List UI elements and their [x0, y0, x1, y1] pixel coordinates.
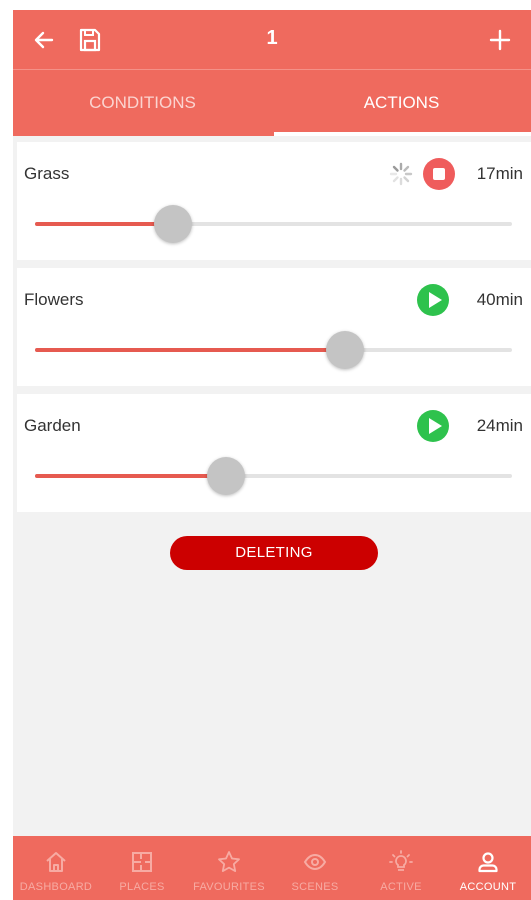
add-button[interactable] [485, 25, 515, 55]
play-button[interactable] [417, 410, 449, 442]
user-icon [478, 852, 498, 873]
plus-icon [489, 29, 511, 51]
lightbulb-icon [389, 850, 413, 871]
duration-slider[interactable] [35, 457, 512, 495]
duration-slider[interactable] [35, 331, 512, 369]
nav-places[interactable]: PLACES [99, 836, 185, 900]
nav-label: PLACES [119, 881, 165, 893]
nav-dashboard[interactable]: DASHBOARD [13, 836, 99, 900]
nav-label: FAVOURITES [193, 881, 265, 893]
bottom-nav: DASHBOARD PLACES FAVOURITES SCENES ACTIV… [13, 836, 531, 900]
deleting-button[interactable]: DELETING [170, 536, 378, 570]
slider-thumb[interactable] [154, 205, 193, 243]
zone-card-grass: Grass 17min [17, 142, 531, 260]
star-icon [218, 851, 240, 872]
stop-button[interactable] [423, 158, 455, 190]
eye-icon [303, 853, 327, 871]
slider-fill [35, 222, 174, 226]
zone-card-garden: Garden 24min [17, 394, 531, 512]
zone-name: Grass [24, 164, 70, 183]
nav-account[interactable]: ACCOUNT [445, 836, 531, 900]
nav-scenes[interactable]: SCENES [272, 836, 358, 900]
nav-favourites[interactable]: FAVOURITES [186, 836, 272, 900]
zone-name: Garden [24, 416, 81, 435]
zone-duration: 17min [476, 164, 523, 183]
duration-slider[interactable] [35, 205, 512, 243]
tab-bar: CONDITIONS ACTIONS [13, 70, 531, 136]
zone-duration: 24min [476, 416, 523, 435]
tab-actions[interactable]: ACTIONS [272, 70, 531, 136]
nav-label: SCENES [291, 881, 339, 893]
nav-label: ACTIVE [380, 881, 422, 893]
app-screen: 1 CONDITIONS ACTIONS Grass 17min Flowers… [13, 10, 531, 900]
home-icon [46, 852, 66, 872]
zone-card-flowers: Flowers 40min [17, 268, 531, 386]
floorplan-icon [132, 852, 152, 872]
page-title: 1 [266, 27, 278, 49]
nav-label: DASHBOARD [19, 881, 93, 893]
loading-spinner-icon [389, 162, 413, 186]
slider-fill [35, 474, 226, 478]
slider-fill [35, 348, 346, 352]
active-tab-indicator [274, 132, 531, 136]
zone-name: Flowers [24, 290, 84, 309]
top-bar: 1 [13, 10, 531, 69]
slider-thumb[interactable] [206, 457, 245, 495]
slider-thumb[interactable] [326, 331, 365, 369]
nav-active[interactable]: ACTIVE [358, 836, 444, 900]
zone-duration: 40min [476, 290, 523, 309]
tab-conditions[interactable]: CONDITIONS [13, 70, 272, 136]
nav-label: ACCOUNT [459, 881, 517, 893]
play-button[interactable] [417, 284, 449, 316]
